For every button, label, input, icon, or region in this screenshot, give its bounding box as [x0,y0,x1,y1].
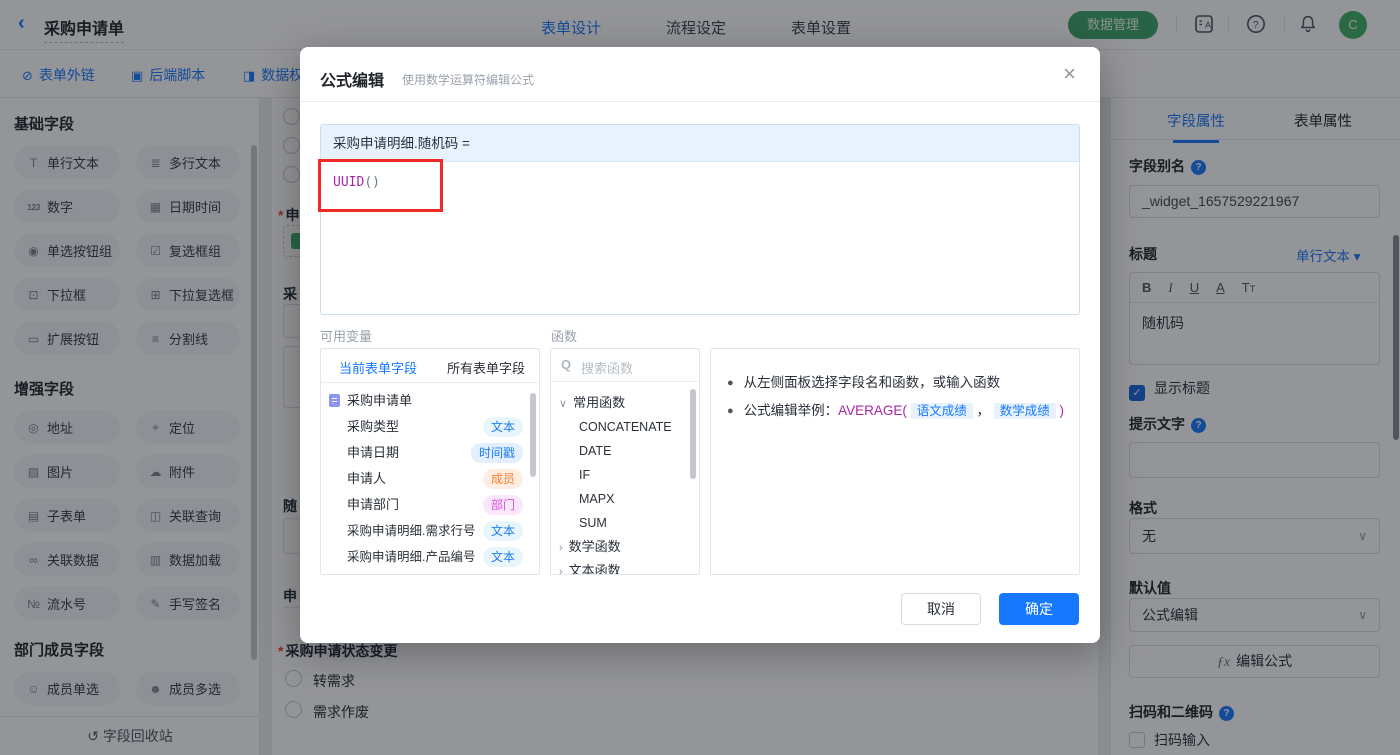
cancel-button[interactable]: 取消 [901,593,981,625]
variables-scrollbar[interactable] [530,393,536,477]
variable-item[interactable]: 申请部门 部门 [347,493,539,517]
type-badge: 部门 [482,495,523,515]
function-group-math[interactable]: › 数学函数 [559,535,621,559]
chevron-right-icon: › [559,566,563,575]
variable-item[interactable]: 采购类型 文本 [347,415,539,439]
example-field-chip: 语文成绩 [910,403,973,419]
divider [300,101,1100,102]
chevron-right-icon: › [559,542,563,554]
variables-tabs: 当前表单字段 所有表单字段 [321,349,539,383]
bullet-icon: ● [727,377,734,389]
function-item[interactable]: MAPX [579,487,614,511]
type-badge: 文本 [482,417,523,437]
variables-label: 可用变量 [320,329,373,344]
function-search[interactable]: Q 搜索函数 [551,349,699,382]
form-doc-icon [329,394,340,407]
tab-current-form-fields[interactable]: 当前表单字段 [339,358,417,377]
search-icon: Q [561,357,572,372]
variable-item[interactable]: 采购申请明细.产品编号 文本 [347,545,539,569]
search-placeholder: 搜索函数 [581,361,634,376]
type-badge: 文本 [482,547,523,567]
formula-help-panel: ● 从左侧面板选择字段名和函数，或输入函数 ● 公式编辑举例：AVERAGE( 语文… [710,348,1080,575]
dialog-title: 公式编辑 [320,73,385,90]
type-badge: 文本 [482,521,523,541]
functions-panel: Q 搜索函数 ∨ 常用函数 CONCATENATE DATE IF MAPX SU… [550,348,700,575]
function-group-text[interactable]: › 文本函数 [559,559,621,575]
chevron-down-icon: ∨ [559,398,568,410]
example-field-chip: 数学成绩 [993,403,1056,419]
bullet-icon: ● [727,405,734,417]
function-item[interactable]: DATE [579,439,611,463]
help-line-1: ● 从左侧面板选择字段名和函数，或输入函数 [727,375,1001,390]
functions-label: 函数 [551,329,578,344]
formula-editor[interactable]: 采购申请明细.随机码 = UUID() [320,124,1080,315]
function-item[interactable]: CONCATENATE [579,415,672,439]
type-badge: 时间戳 [470,443,523,463]
help-line-2: ● 公式编辑举例：AVERAGE( 语文成绩 ， 数学成绩 ) [727,403,1065,419]
annotation-highlight-box [318,159,443,212]
confirm-button[interactable]: 确定 [999,593,1079,625]
variables-panel: 当前表单字段 所有表单字段 采购申请单 采购类型 文本 申请日期 时间戳 申请人 成员… [320,348,540,575]
variable-item[interactable]: 申请日期 时间戳 [347,441,539,465]
function-item[interactable]: IF [579,463,590,487]
type-badge: 成员 [482,469,523,489]
tab-all-form-fields[interactable]: 所有表单字段 [447,358,525,377]
functions-scrollbar[interactable] [690,389,696,479]
function-group-common[interactable]: ∨ 常用函数 [559,391,625,415]
variable-item[interactable]: 采购申请明细.需求行号 文本 [347,519,539,543]
close-icon[interactable]: × [1063,61,1076,87]
formula-target: 采购申请明细.随机码 = [321,125,1079,162]
variable-tree-root[interactable]: 采购申请单 [329,389,412,413]
function-item[interactable]: SUM [579,511,607,535]
formula-edit-dialog: 公式编辑 使用数学运算符编辑公式 × 采购申请明细.随机码 = UUID() 可… [300,47,1100,643]
dialog-subtitle: 使用数学运算符编辑公式 [402,73,535,87]
variable-item[interactable]: 申请人 成员 [347,467,539,491]
